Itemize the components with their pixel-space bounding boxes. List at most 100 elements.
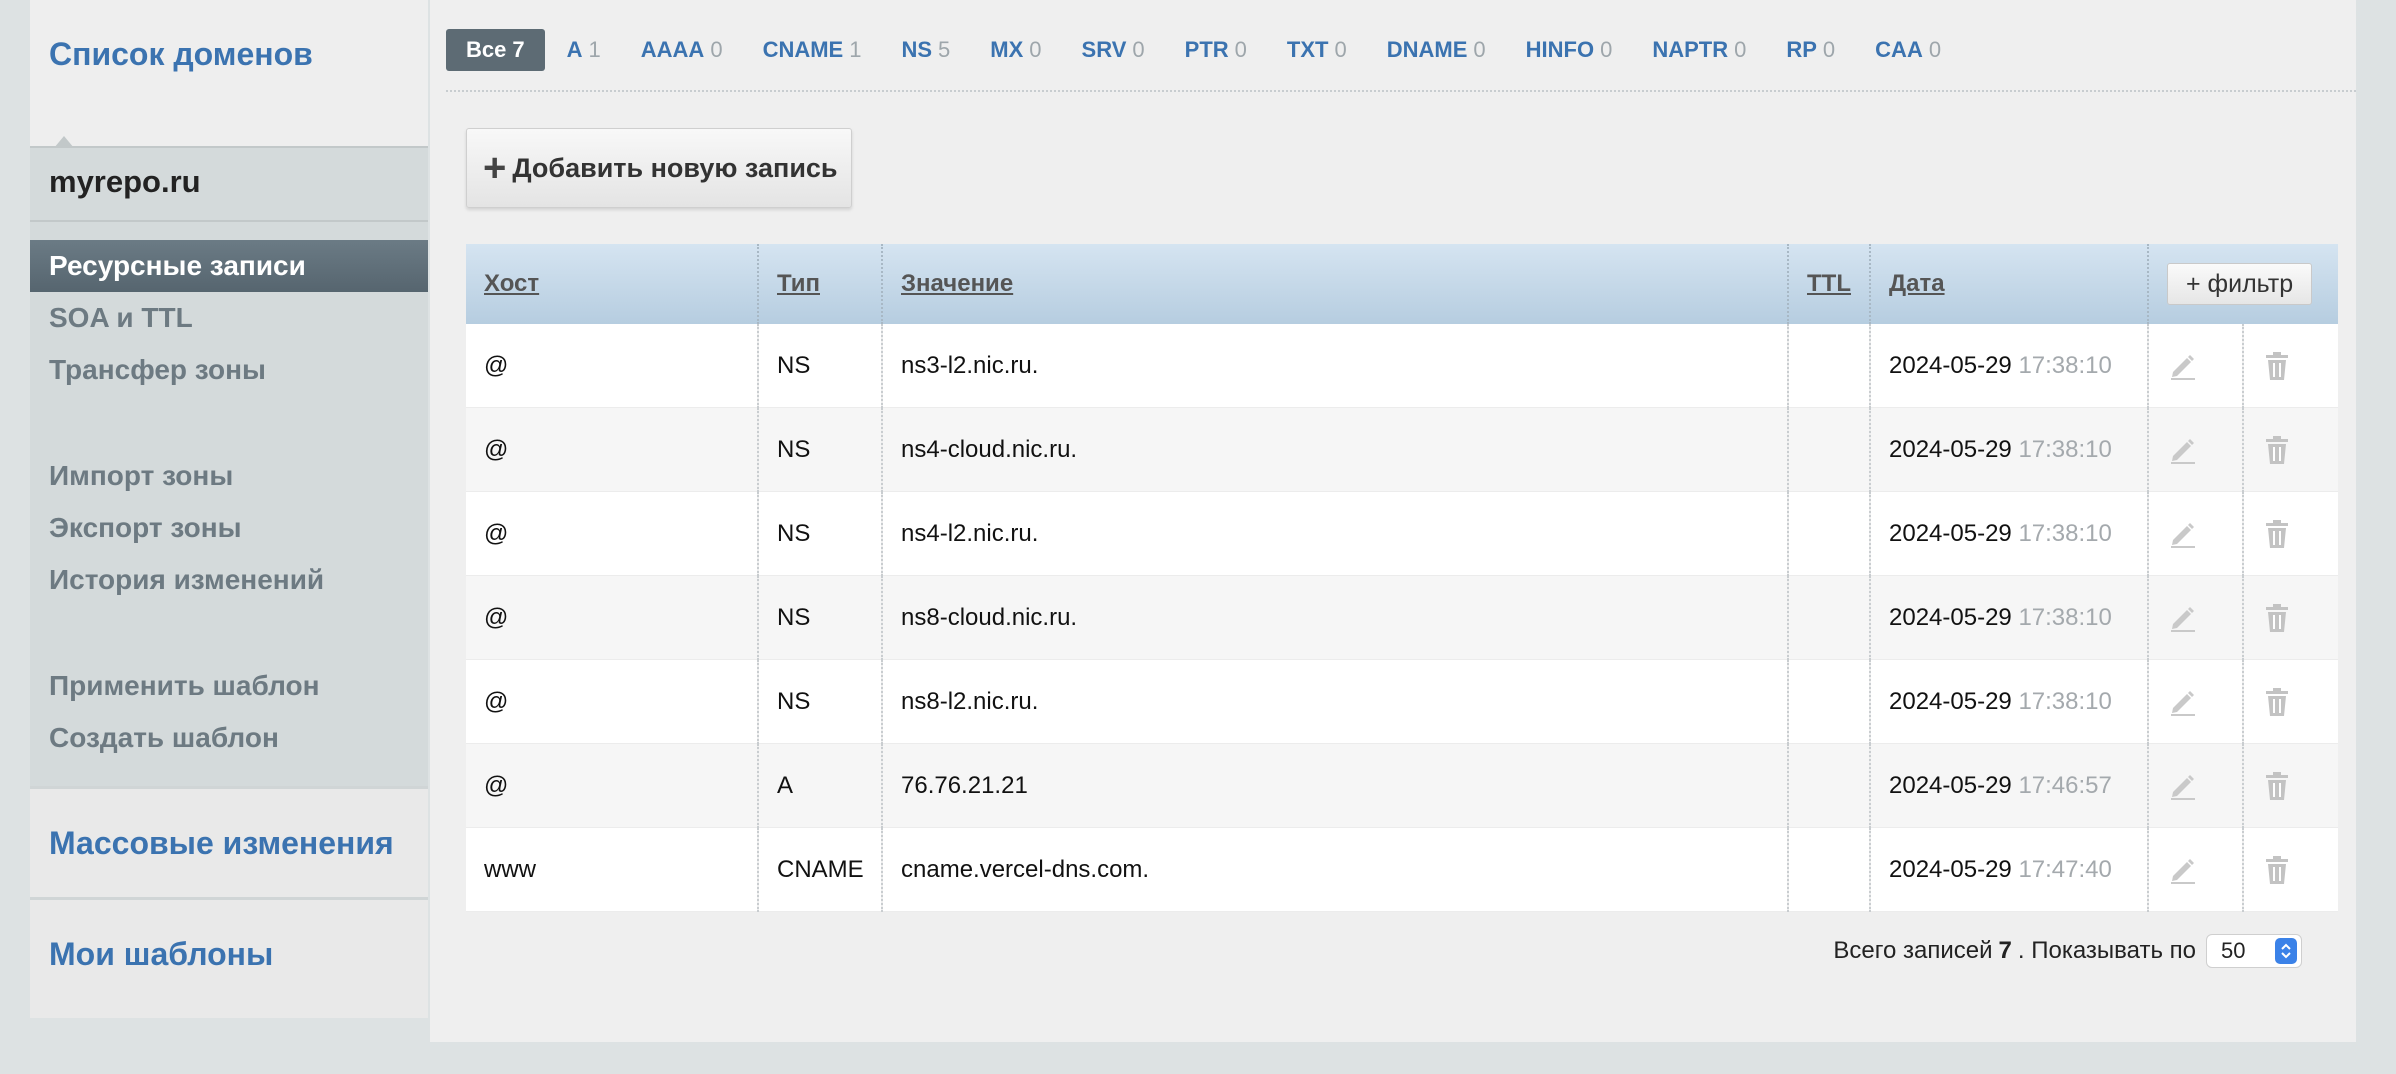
column-ttl[interactable]: TTL xyxy=(1788,244,1871,324)
tab-aaaa[interactable]: AAAA 0 xyxy=(641,29,723,71)
cell-ttl xyxy=(1788,407,1871,492)
tab-ns[interactable]: NS 5 xyxy=(901,29,950,71)
date-value: 2024-05-29 xyxy=(1889,855,2012,883)
tab-count: 0 xyxy=(1822,37,1836,62)
column-type[interactable]: Тип xyxy=(758,244,883,324)
sidebar-item-zone-export[interactable]: Экспорт зоны xyxy=(30,502,428,554)
sidebar-item-resource-records[interactable]: Ресурсные записи xyxy=(30,240,428,292)
tab-count: 5 xyxy=(938,37,951,62)
cell-date: 2024-05-29 17:47:40 xyxy=(1870,827,2149,912)
sidebar-menu: Ресурсные записи SOA и TTL Трансфер зоны… xyxy=(30,222,428,786)
cell-ttl xyxy=(1788,575,1871,660)
table-row: @ A 76.76.21.21 2024-05-29 17:46:57 xyxy=(466,743,2338,828)
filter-button[interactable]: + фильтр xyxy=(2167,263,2313,305)
edit-icon[interactable] xyxy=(2167,854,2199,886)
add-record-button[interactable]: + Добавить новую запись xyxy=(466,128,852,208)
trash-icon[interactable] xyxy=(2262,770,2294,802)
tab-mx[interactable]: MX 0 xyxy=(990,29,1041,71)
tab-txt[interactable]: TXT 0 xyxy=(1287,29,1347,71)
sidebar-item-apply-template[interactable]: Применить шаблон xyxy=(30,660,428,712)
tab-label: TXT xyxy=(1286,37,1329,62)
date-value: 2024-05-29 xyxy=(1889,771,2012,799)
tab-count: 0 xyxy=(1234,37,1247,62)
trash-icon[interactable] xyxy=(2262,518,2294,550)
filter-header: + фильтр xyxy=(2148,244,2338,324)
cell-date: 2024-05-29 17:38:10 xyxy=(1870,659,2149,744)
cell-value: ns8-cloud.nic.ru. xyxy=(882,575,1789,660)
edit-cell xyxy=(2148,743,2244,828)
tab-label: NS xyxy=(901,37,933,62)
sidebar-item-zone-transfer[interactable]: Трансфер зоны xyxy=(30,344,428,396)
tab-cname[interactable]: CNAME 1 xyxy=(763,29,862,71)
my-templates-link[interactable]: Мои шаблоны xyxy=(30,897,428,1008)
cell-value: 76.76.21.21 xyxy=(882,743,1789,828)
time-value: 17:38:10 xyxy=(2018,519,2112,547)
domain-list-link[interactable]: Список доменов xyxy=(49,36,313,73)
tab-hinfo[interactable]: HINFO 0 xyxy=(1526,29,1613,71)
trash-icon[interactable] xyxy=(2262,434,2294,466)
trash-icon[interactable] xyxy=(2262,686,2294,718)
tab-label: NAPTR xyxy=(1652,37,1729,62)
cell-ttl xyxy=(1788,491,1871,576)
tab-count: 7 xyxy=(512,37,525,62)
edit-icon[interactable] xyxy=(2167,602,2199,634)
edit-cell xyxy=(2148,575,2244,660)
tab-caa[interactable]: CAA 0 xyxy=(1875,29,1941,71)
tab-ptr[interactable]: PTR 0 xyxy=(1185,29,1247,71)
sidebar-item-create-template[interactable]: Создать шаблон xyxy=(30,712,428,764)
edit-icon[interactable] xyxy=(2167,350,2199,382)
time-value: 17:47:40 xyxy=(2018,855,2112,883)
column-date[interactable]: Дата xyxy=(1870,244,2149,324)
delete-cell xyxy=(2243,575,2338,660)
cell-date: 2024-05-29 17:38:10 xyxy=(1870,324,2149,408)
time-value: 17:38:10 xyxy=(2018,351,2112,379)
cell-date: 2024-05-29 17:38:10 xyxy=(1870,575,2149,660)
tab-dname[interactable]: DNAME 0 xyxy=(1387,29,1486,71)
time-value: 17:46:57 xyxy=(2018,771,2112,799)
edit-icon[interactable] xyxy=(2167,518,2199,550)
time-value: 17:38:10 xyxy=(2018,687,2112,715)
trash-icon[interactable] xyxy=(2262,350,2294,382)
tab-rp[interactable]: RP 0 xyxy=(1786,29,1835,71)
cell-host: @ xyxy=(466,491,759,576)
tab-a[interactable]: A1 xyxy=(567,29,601,71)
tab-naptr[interactable]: NAPTR 0 xyxy=(1652,29,1746,71)
sidebar-item-change-history[interactable]: История изменений xyxy=(30,554,428,606)
tab-srv[interactable]: SRV 0 xyxy=(1082,29,1145,71)
cell-ttl xyxy=(1788,324,1871,408)
date-value: 2024-05-29 xyxy=(1889,435,2012,463)
tab-label: MX xyxy=(990,37,1024,62)
edit-cell xyxy=(2148,659,2244,744)
trash-icon[interactable] xyxy=(2262,602,2294,634)
edit-icon[interactable] xyxy=(2167,686,2199,718)
cell-value: ns3-l2.nic.ru. xyxy=(882,324,1789,408)
plus-icon: + xyxy=(483,146,507,190)
current-domain-box: myrepo.ru xyxy=(30,136,428,222)
edit-icon[interactable] xyxy=(2167,434,2199,466)
mass-changes-link[interactable]: Массовые изменения xyxy=(30,786,428,897)
sidebar-item-zone-import[interactable]: Импорт зоны xyxy=(30,450,428,502)
total-label: Всего записей xyxy=(1833,937,1993,964)
add-record-label: Добавить новую запись xyxy=(512,152,838,183)
sidebar-header: Список доменов xyxy=(30,0,428,146)
table-row: @ NS ns4-cloud.nic.ru. 2024-05-29 17:38:10 xyxy=(466,407,2338,492)
tab-label: HINFO xyxy=(1525,37,1595,62)
cell-ttl xyxy=(1788,743,1871,828)
tab-all[interactable]: Все 7 xyxy=(446,29,545,71)
table-row: @ NS ns8-cloud.nic.ru. 2024-05-29 17:38:10 xyxy=(466,575,2338,660)
cell-ttl xyxy=(1788,827,1871,912)
delete-cell xyxy=(2243,491,2338,576)
column-value[interactable]: Значение xyxy=(882,244,1789,324)
tab-count: 0 xyxy=(1334,37,1347,62)
sidebar-item-soa-ttl[interactable]: SOA и TTL xyxy=(30,292,428,344)
per-page-select[interactable]: 50 xyxy=(2206,934,2302,968)
delete-cell xyxy=(2243,743,2338,828)
edit-cell xyxy=(2148,827,2244,912)
edit-icon[interactable] xyxy=(2167,770,2199,802)
cell-host: @ xyxy=(466,575,759,660)
delete-cell xyxy=(2243,324,2338,408)
cell-type: A xyxy=(758,743,883,828)
trash-icon[interactable] xyxy=(2262,854,2294,886)
cell-value: cname.vercel-dns.com. xyxy=(882,827,1789,912)
column-host[interactable]: Хост xyxy=(466,244,759,324)
